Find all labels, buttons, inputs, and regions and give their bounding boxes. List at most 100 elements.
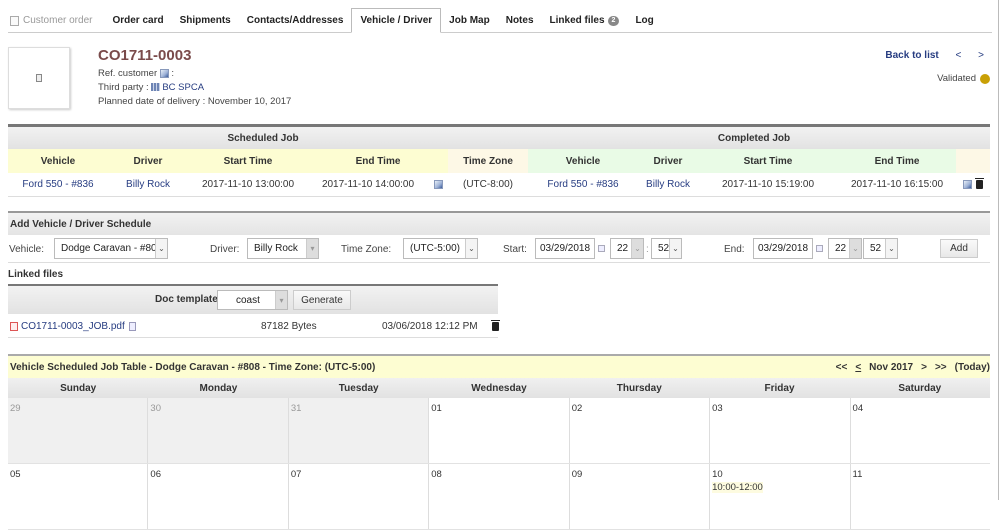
reference-block: CO1711-0003 Ref. customer : Third party … (98, 47, 291, 109)
day-number: 09 (571, 469, 583, 480)
tab-order-card[interactable]: Order card (104, 9, 171, 32)
file-date: 03/06/2018 12:12 PM (382, 321, 478, 332)
tab-shipments[interactable]: Shipments (172, 9, 239, 32)
tab-log[interactable]: Log (627, 9, 661, 32)
third-party-label: Third party : (98, 82, 149, 93)
vehicle-select-value: Dodge Caravan - #808 (61, 243, 163, 254)
prev-month-button[interactable]: < (855, 362, 861, 373)
job-table-column-header: Vehicle Driver Start Time End Time Time … (8, 149, 990, 173)
end-hour-select[interactable]: 22 ⌄ (828, 238, 862, 259)
day-number: 31 (290, 403, 302, 414)
end-minute-select[interactable]: 52 ⌄ (863, 238, 898, 259)
calendar-day[interactable]: 10 10:00-12:00 (710, 464, 851, 529)
doc-template-select[interactable]: coast ▾ (217, 290, 288, 310)
calendar-icon[interactable] (598, 245, 605, 252)
status-badge: Validated (937, 73, 990, 84)
col-timezone: Time Zone (448, 149, 528, 173)
tab-bar: Customer order Order card Shipments Cont… (8, 8, 992, 33)
end-minute-value: 52 (870, 243, 882, 254)
col-sched-end: End Time (308, 149, 448, 173)
tab-linked-files[interactable]: Linked files 2 (542, 9, 628, 32)
edit-icon[interactable] (433, 180, 443, 189)
tab-contacts-addresses[interactable]: Contacts/Addresses (239, 9, 352, 32)
cell-comp-end: 2017-11-10 16:15:00 (850, 179, 944, 190)
start-date-input[interactable]: 03/29/2018 (535, 238, 595, 259)
last-month-button[interactable]: >> (935, 362, 947, 373)
day-number: 11 (852, 469, 863, 480)
third-party-line: Third party : BC SPCA (98, 81, 291, 95)
preview-icon[interactable] (128, 321, 136, 331)
edit-icon[interactable] (963, 180, 972, 189)
trash-icon[interactable] (975, 178, 984, 189)
tab-job-map[interactable]: Job Map (441, 9, 498, 32)
back-to-list-link[interactable]: Back to list (885, 50, 938, 61)
file-link[interactable]: CO1711-0003_JOB.pdf (21, 321, 125, 332)
calendar-day[interactable]: 05 (8, 464, 149, 529)
calendar-day[interactable]: 03 (710, 398, 851, 463)
ref-customer-line: Ref. customer : (98, 67, 291, 81)
calendar-event[interactable]: 10:00-12:00 (712, 482, 763, 493)
driver-select-value: Billy Rock (254, 243, 298, 254)
col-sched-start: Start Time (188, 149, 308, 173)
col-comp-driver: Driver (638, 149, 698, 173)
calendar-day[interactable]: 29 (8, 398, 149, 463)
start-hour-select[interactable]: 22 ⌄ (610, 238, 644, 259)
trash-icon[interactable] (491, 320, 500, 331)
third-party-link[interactable]: BC SPCA (162, 82, 204, 93)
job-table: Scheduled Job Completed Job Vehicle Driv… (8, 124, 990, 197)
first-month-button[interactable]: << (836, 362, 848, 373)
calendar-day[interactable]: 06 (148, 464, 289, 529)
tab-vehicle-driver[interactable]: Vehicle / Driver (351, 8, 442, 33)
col-actions (956, 149, 990, 173)
add-button[interactable]: Add (940, 239, 978, 258)
page-title: CO1711-0003 (98, 47, 192, 64)
calendar-icon[interactable] (816, 245, 823, 252)
vehicle-schedule-calendar: Vehicle Scheduled Job Table - Dodge Cara… (8, 354, 990, 530)
vehicle-link[interactable]: Ford 550 - #836 (22, 179, 93, 190)
calendar-day[interactable]: 02 (570, 398, 711, 463)
previous-record-button[interactable]: < (956, 50, 962, 61)
driver-select[interactable]: Billy Rock ▾ (247, 238, 319, 259)
ref-customer-label: Ref. customer (98, 68, 158, 79)
edit-icon[interactable] (159, 68, 169, 78)
delivery-value: November 10, 2017 (207, 96, 292, 107)
delivery-label: Planned date of delivery : (98, 96, 206, 107)
linked-files-title: Linked files (8, 269, 64, 280)
driver-link[interactable]: Billy Rock (126, 179, 170, 190)
col-comp-vehicle: Vehicle (528, 149, 638, 173)
col-sched-driver: Driver (108, 149, 188, 173)
next-record-button[interactable]: > (978, 50, 984, 61)
time-separator: : (646, 244, 649, 255)
tab-customer-order[interactable]: Customer order (8, 9, 100, 32)
driver-link[interactable]: Billy Rock (646, 179, 690, 190)
file-size: 87182 Bytes (261, 321, 317, 332)
tab-label: Contacts/Addresses (246, 15, 344, 26)
document-icon (36, 74, 42, 82)
vehicle-link[interactable]: Ford 550 - #836 (547, 179, 618, 190)
today-button[interactable]: (Today) (955, 362, 990, 373)
timezone-select[interactable]: (UTC-5:00) ⌄ (403, 238, 478, 259)
calendar-day[interactable]: 11 (851, 464, 990, 529)
vehicle-select[interactable]: Dodge Caravan - #808 ⌄ (54, 238, 168, 259)
calendar-day[interactable]: 04 (851, 398, 990, 463)
calendar-day[interactable]: 30 (148, 398, 289, 463)
end-date-input[interactable]: 03/29/2018 (753, 238, 813, 259)
calendar-day[interactable]: 31 (288, 398, 430, 463)
calendar-day[interactable]: 08 (429, 464, 570, 529)
cell-timezone: (UTC-8:00) (462, 179, 513, 190)
calendar-nav: << < Nov 2017 > >> (Today) (836, 362, 990, 373)
start-label: Start: (503, 244, 527, 255)
calendar-day[interactable]: 07 (289, 464, 430, 529)
weekday-sunday: Sunday (60, 382, 97, 394)
chevron-down-icon: ⌄ (465, 239, 477, 258)
day-number: 03 (712, 403, 723, 414)
generate-button[interactable]: Generate (293, 290, 351, 310)
status-dot-icon (980, 73, 990, 84)
cell-sched-vehicle: Ford 550 - #836 (8, 173, 108, 196)
start-minute-select[interactable]: 52 ⌄ (651, 238, 682, 259)
calendar-day[interactable]: 01 (429, 398, 570, 463)
next-month-button[interactable]: > (921, 362, 927, 373)
tab-notes[interactable]: Notes (498, 9, 542, 32)
day-number: 07 (290, 469, 302, 480)
calendar-day[interactable]: 09 (570, 464, 711, 529)
